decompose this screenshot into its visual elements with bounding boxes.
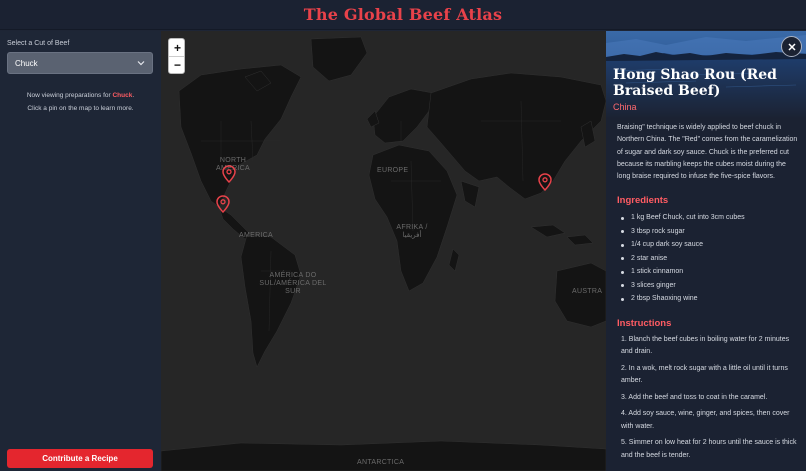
- label-europe: EUROPE: [377, 167, 409, 174]
- label-south-america: AMÉRICA DO SUL/AMÉRICA DEL SUR: [259, 272, 327, 295]
- label-africa: AFRIKA / أفريقيا: [396, 224, 428, 239]
- instruction-step: 5. Simmer on low heat for 2 hours until …: [621, 439, 797, 459]
- world-map[interactable]: NORTH AMERICA EUROPE AFRIKA / أفريقيا AM…: [161, 31, 606, 471]
- viewing-status: Now viewing preparations for Chuck.: [0, 92, 161, 99]
- app-header: The Global Beef Atlas: [0, 0, 806, 30]
- instruction-step: 1. Blanch the beef cubes in boiling wate…: [621, 335, 790, 356]
- viewing-suffix: .: [132, 92, 135, 99]
- instructions-list: 1. Blanch the beef cubes in boiling wate…: [617, 334, 800, 463]
- ingredient-item: 1 kg Beef Chuck, cut into 3cm cubes: [617, 211, 800, 225]
- recipe-body: Braising" technique is widely applied to…: [617, 122, 800, 466]
- ingredient-item: 3 tbsp rock sugar: [617, 225, 800, 239]
- zoom-out-button[interactable]: −: [169, 56, 184, 73]
- ingredients-heading: Ingredients: [617, 195, 669, 207]
- label-antarctica: ANTARCTICA: [357, 459, 405, 466]
- zoom-control: + −: [168, 38, 185, 74]
- ingredient-item: 2 star anise: [617, 252, 800, 266]
- sidebar: Select a Cut of Beef Chuck Now viewing p…: [0, 31, 161, 471]
- ingredient-item: 1 stick cinnamon: [617, 265, 800, 279]
- recipe-title: Hong Shao Rou (Red Braised Beef): [613, 67, 777, 99]
- zoom-in-button[interactable]: +: [169, 39, 184, 56]
- ingredient-item: 2 tbsp Shaoxing wine: [617, 292, 800, 306]
- viewing-cut: Chuck: [112, 92, 133, 99]
- cut-select-value: Chuck: [15, 58, 38, 68]
- map-hint: Click a pin on the map to learn more.: [27, 105, 134, 112]
- map-pin-china[interactable]: [538, 173, 552, 191]
- viewing-prefix: Now viewing preparations for: [26, 92, 113, 99]
- cut-select-label: Select a Cut of Beef: [7, 40, 70, 47]
- world-map-graphic: [161, 31, 606, 471]
- instruction-step: 4. Add soy sauce, wine, ginger, and spic…: [621, 410, 790, 430]
- instructions-heading: Instructions: [617, 317, 672, 329]
- ingredient-item: 3 slices ginger: [617, 279, 800, 293]
- recipe-panel: Hong Shao Rou (Red Braised Beef) China B…: [606, 31, 806, 471]
- close-button[interactable]: [781, 36, 802, 57]
- chevron-down-icon: [137, 59, 145, 67]
- instruction-step: 2. In a wok, melt rock sugar with a litt…: [621, 364, 788, 385]
- label-central-america: AMERICA: [239, 232, 273, 239]
- label-australia: AUSTRA: [572, 288, 603, 295]
- ingredients-list: 1 kg Beef Chuck, cut into 3cm cubes 3 tb…: [617, 211, 800, 306]
- map-pin-mexico[interactable]: [216, 195, 230, 213]
- ingredient-item: 1/4 cup dark soy sauce: [617, 238, 800, 252]
- instruction-step: 3. Add the beef and toss to coat in the …: [621, 393, 768, 401]
- recipe-description: Braising" technique is widely applied to…: [617, 124, 798, 181]
- recipe-country: China: [613, 102, 637, 112]
- contribute-recipe-button[interactable]: Contribute a Recipe: [7, 449, 153, 468]
- close-icon: [787, 42, 796, 51]
- cut-select[interactable]: Chuck: [7, 52, 153, 74]
- site-title: The Global Beef Atlas: [303, 5, 503, 24]
- map-pin-usa[interactable]: [222, 165, 236, 183]
